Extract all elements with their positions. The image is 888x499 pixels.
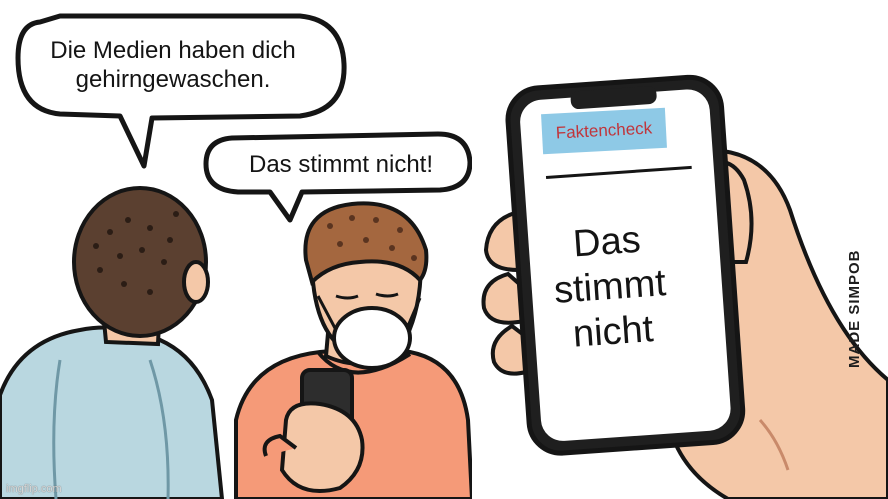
phone-screen-text: Das stimmt nicht [552, 218, 668, 356]
speech-text-right: Das stimmt nicht! [248, 151, 434, 178]
meme-canvas: Die Medien haben dich gehirngewaschen. D… [0, 0, 888, 499]
watermark-text: imgflip.com [6, 483, 62, 495]
left-comic-panel: Die Medien haben dich gehirngewaschen. D… [0, 0, 472, 499]
fact-check-header: Faktencheck [541, 107, 667, 155]
artist-signature: MADE SIMPOB [846, 249, 863, 368]
man-left-figure [0, 186, 225, 499]
speech-text-left: Die Medien haben dich gehirngewaschen. [50, 37, 296, 94]
man-right-figure [234, 201, 472, 499]
